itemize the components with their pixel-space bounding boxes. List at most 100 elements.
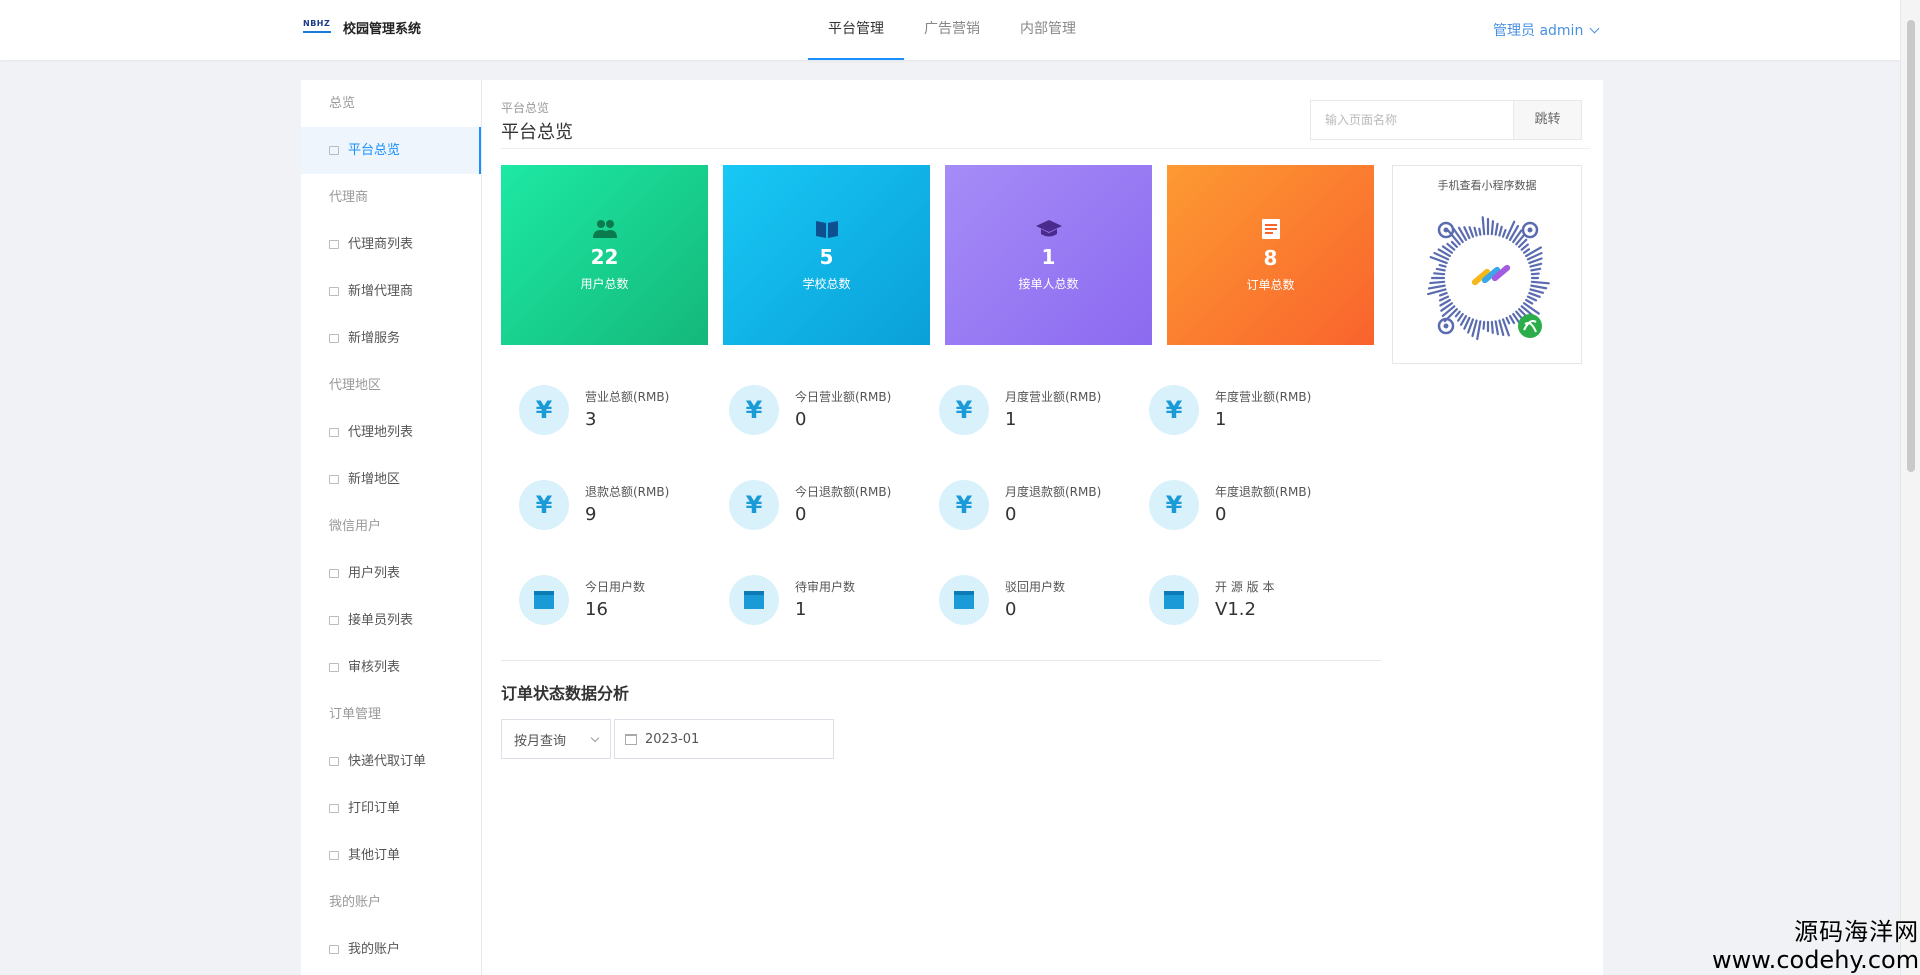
metric-label: 月度退款额(RMB) [1005, 485, 1102, 499]
document-icon [1261, 218, 1280, 239]
page-search-input[interactable] [1311, 101, 1513, 139]
divider [501, 660, 1381, 661]
metric-card: ¥ 今日营业额(RMB) 0 [711, 370, 921, 465]
sidebar-group-label: 订单管理 [329, 707, 382, 722]
metric-card: ¥ 营业总额(RMB) 3 [501, 370, 711, 465]
yen-icon: ¥ [1149, 385, 1199, 435]
stat-tile-couriers[interactable]: 1 接单人总数 [945, 165, 1152, 345]
sidebar-item[interactable]: 打印订单 [301, 785, 481, 832]
chevron-down-icon [590, 733, 600, 742]
logo-mark: NBHZ [303, 19, 333, 37]
stat-value: 1 [1041, 244, 1056, 269]
metric-label: 开 源 版 本 [1215, 580, 1275, 594]
sidebar-item[interactable]: 快递代取订单 [301, 738, 481, 785]
stat-value: 22 [590, 244, 619, 269]
metric-card: ¥ 退款总额(RMB) 9 [501, 465, 711, 560]
sidebar-item[interactable]: 代理地列表 [301, 409, 481, 456]
tab-internal-management[interactable]: 内部管理 [1000, 0, 1096, 60]
calendar-icon [519, 575, 569, 625]
stat-value: 8 [1263, 245, 1278, 270]
section-title: 订单状态数据分析 [501, 684, 630, 703]
query-mode-select[interactable]: 按月查询 [501, 719, 611, 759]
watermark-line2: www.codehy.com [1712, 946, 1920, 974]
sidebar-item[interactable]: 平台总览 [301, 127, 481, 174]
yen-icon: ¥ [519, 480, 569, 530]
sidebar-item-label: 代理商列表 [348, 237, 414, 252]
yen-icon: ¥ [1149, 480, 1199, 530]
scrollbar-thumb[interactable] [1907, 20, 1915, 472]
metric-value: 1 [1005, 409, 1017, 430]
metric-value: 0 [1005, 504, 1017, 525]
metrics-row: ¥ 营业总额(RMB) 3 ¥ 今日营业额(RMB) 0 ¥ 月度营业额(RMB) 1 ¥ 年度营业… [501, 370, 1381, 465]
stat-tiles: 22 用户总数 5 学校总数 1 接单人总数 8 订单总数 [501, 165, 1374, 345]
menu-item-icon [329, 240, 339, 249]
sidebar-item[interactable]: 代理商列表 [301, 221, 481, 268]
page-jump: 跳转 [1310, 100, 1582, 140]
top-tabs: 平台管理 广告营销 内部管理 [808, 0, 1096, 60]
sidebar-item-label: 新增代理商 [348, 284, 414, 299]
jump-button[interactable]: 跳转 [1513, 101, 1581, 139]
sidebar-item[interactable]: 我的账户 [301, 926, 481, 973]
calendar-icon [1149, 575, 1199, 625]
app-name: 校园管理系统 [343, 22, 422, 37]
sidebar-item[interactable]: 用户列表 [301, 550, 481, 597]
stat-value: 5 [819, 244, 834, 269]
sidebar-item-label: 接单员列表 [348, 613, 414, 628]
yen-icon: ¥ [729, 480, 779, 530]
month-picker[interactable]: 2023-01 [614, 719, 834, 759]
stat-label: 订单总数 [1246, 277, 1295, 292]
stat-tile-orders[interactable]: 8 订单总数 [1167, 165, 1374, 345]
metric-label: 年度退款额(RMB) [1215, 485, 1312, 499]
sidebar: 总览 平台总览 代理商 代理商列表 新增代理商 新增服务 代理地区 代理地列表 新增地区 微信用户… [301, 80, 482, 975]
chevron-down-icon [1589, 23, 1600, 33]
stat-tile-users[interactable]: 22 用户总数 [501, 165, 708, 345]
sidebar-item[interactable]: 新增地区 [301, 456, 481, 503]
metric-label: 年度营业额(RMB) [1215, 390, 1312, 404]
sidebar-item[interactable]: 新增代理商 [301, 268, 481, 315]
metric-value: 16 [585, 599, 608, 620]
divider [501, 148, 1590, 149]
sidebar-item-label: 平台总览 [348, 143, 401, 158]
metric-value: V1.2 [1215, 599, 1256, 620]
qr-title: 手机查看小程序数据 [1437, 179, 1537, 192]
metric-card: ¥ 今日退款额(RMB) 0 [711, 465, 921, 560]
sidebar-item[interactable]: 新增服务 [301, 315, 481, 362]
menu-item-icon [329, 334, 339, 343]
sidebar-item-label: 新增服务 [348, 331, 401, 346]
metric-card: ¥ 年度退款额(RMB) 0 [1131, 465, 1341, 560]
mini-program-qr-icon [1427, 216, 1550, 341]
user-menu[interactable]: 管理员 admin [1493, 20, 1600, 40]
metric-value: 0 [795, 504, 807, 525]
tab-platform-management[interactable]: 平台管理 [808, 0, 904, 60]
metric-card: ¥ 年度营业额(RMB) 1 [1131, 370, 1341, 465]
tab-ad-marketing[interactable]: 广告营销 [904, 0, 1000, 60]
logo[interactable]: NBHZ 校园管理系统 [303, 18, 421, 37]
metrics-row: 今日用户数 16 待审用户数 1 驳回用户数 0 开 源 版 本 V1.2 [501, 560, 1381, 655]
page-scrollbar[interactable] [1900, 0, 1920, 975]
metric-label: 今日营业额(RMB) [795, 390, 892, 404]
menu-item-icon [329, 804, 339, 813]
metric-card: ¥ 月度营业额(RMB) 1 [921, 370, 1131, 465]
metric-value: 9 [585, 504, 597, 525]
page-title: 平台总览 [501, 122, 573, 143]
sidebar-group-label: 微信用户 [329, 519, 382, 534]
menu-item-icon [329, 945, 339, 954]
sidebar-group-label: 代理地区 [329, 378, 382, 393]
menu-item-icon [329, 287, 339, 296]
metric-value: 0 [795, 409, 807, 430]
metric-card: 开 源 版 本 V1.2 [1131, 560, 1341, 655]
sidebar-group-label: 总览 [329, 96, 356, 111]
menu-item-icon [329, 146, 339, 155]
metric-card: 今日用户数 16 [501, 560, 711, 655]
sidebar-item[interactable]: 审核列表 [301, 644, 481, 691]
calendar-icon [625, 733, 637, 745]
sidebar-item-label: 用户列表 [348, 566, 401, 581]
stat-tile-schools[interactable]: 5 学校总数 [723, 165, 930, 345]
menu-item-icon [329, 851, 339, 860]
sidebar-item-label: 我的账户 [348, 942, 401, 957]
sidebar-item-label: 打印订单 [348, 801, 401, 816]
yen-icon: ¥ [729, 385, 779, 435]
metric-value: 0 [1005, 599, 1017, 620]
sidebar-item[interactable]: 接单员列表 [301, 597, 481, 644]
sidebar-item[interactable]: 其他订单 [301, 832, 481, 879]
